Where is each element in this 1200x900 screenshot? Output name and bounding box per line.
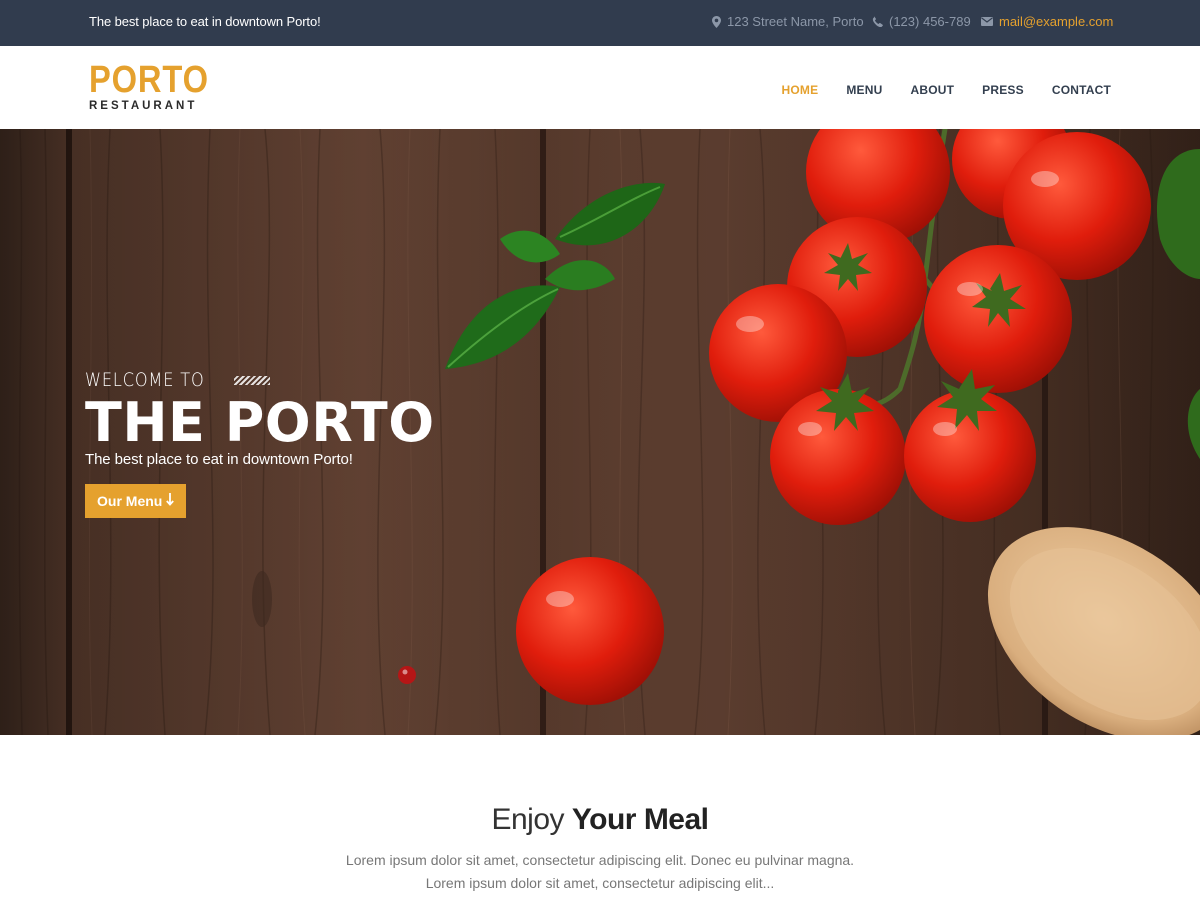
intro-title: Enjoy Your Meal [0, 803, 1200, 837]
top-bar-address: 123 Street Name, Porto [712, 14, 864, 29]
decorative-stripes [233, 375, 270, 385]
hero-welcome: WELCOME TO [85, 369, 205, 391]
phone-text: (123) 456-789 [889, 14, 971, 29]
top-bar-email: mail@example.com [981, 14, 1113, 29]
address-text: 123 Street Name, Porto [727, 14, 864, 29]
intro-paragraph-line-1: Lorem ipsum dolor sit amet, consectetur … [345, 852, 855, 868]
our-menu-button[interactable]: Our Menu [85, 484, 187, 518]
intro-title-bold: Your Meal [571, 803, 709, 836]
top-bar-phone: (123) 456-789 [872, 14, 971, 29]
top-bar-tagline: The best place to eat in downtown Porto! [89, 14, 321, 29]
intro-paragraph-line-2: Lorem ipsum dolor sit amet, consectetur … [425, 875, 775, 891]
welcome-row: WELCOME TO [85, 369, 435, 391]
our-menu-button-label: Our Menu [97, 493, 163, 509]
nav-item-about[interactable]: ABOUT [910, 83, 954, 97]
logo[interactable]: PORTO RESTAURANT [89, 59, 228, 112]
site-header: PORTO RESTAURANT HOME MENU ABOUT PRESS C… [0, 46, 1200, 129]
intro-section: Enjoy Your Meal Lorem ipsum dolor sit am… [0, 735, 1200, 900]
map-marker-icon [712, 15, 721, 28]
hero-title: THE PORTO [85, 391, 435, 454]
nav-item-menu[interactable]: MENU [846, 83, 882, 97]
nav-item-contact[interactable]: CONTACT [1052, 83, 1111, 97]
hero-text-block: WELCOME TO THE PORTO The best place to e… [85, 369, 435, 518]
phone-icon [872, 16, 883, 27]
hero-section: WELCOME TO THE PORTO The best place to e… [0, 129, 1200, 735]
nav-item-press[interactable]: PRESS [982, 83, 1024, 97]
logo-main-text: PORTO [89, 59, 209, 101]
top-bar: The best place to eat in downtown Porto!… [0, 0, 1200, 46]
main-nav: HOME MENU ABOUT PRESS CONTACT [782, 83, 1111, 97]
nav-item-home[interactable]: HOME [782, 83, 819, 97]
envelope-icon [981, 17, 993, 26]
email-link[interactable]: mail@example.com [999, 14, 1113, 29]
intro-title-light: Enjoy [491, 803, 565, 836]
logo-sub-text: RESTAURANT [89, 100, 198, 112]
arrow-down-icon [166, 493, 175, 509]
